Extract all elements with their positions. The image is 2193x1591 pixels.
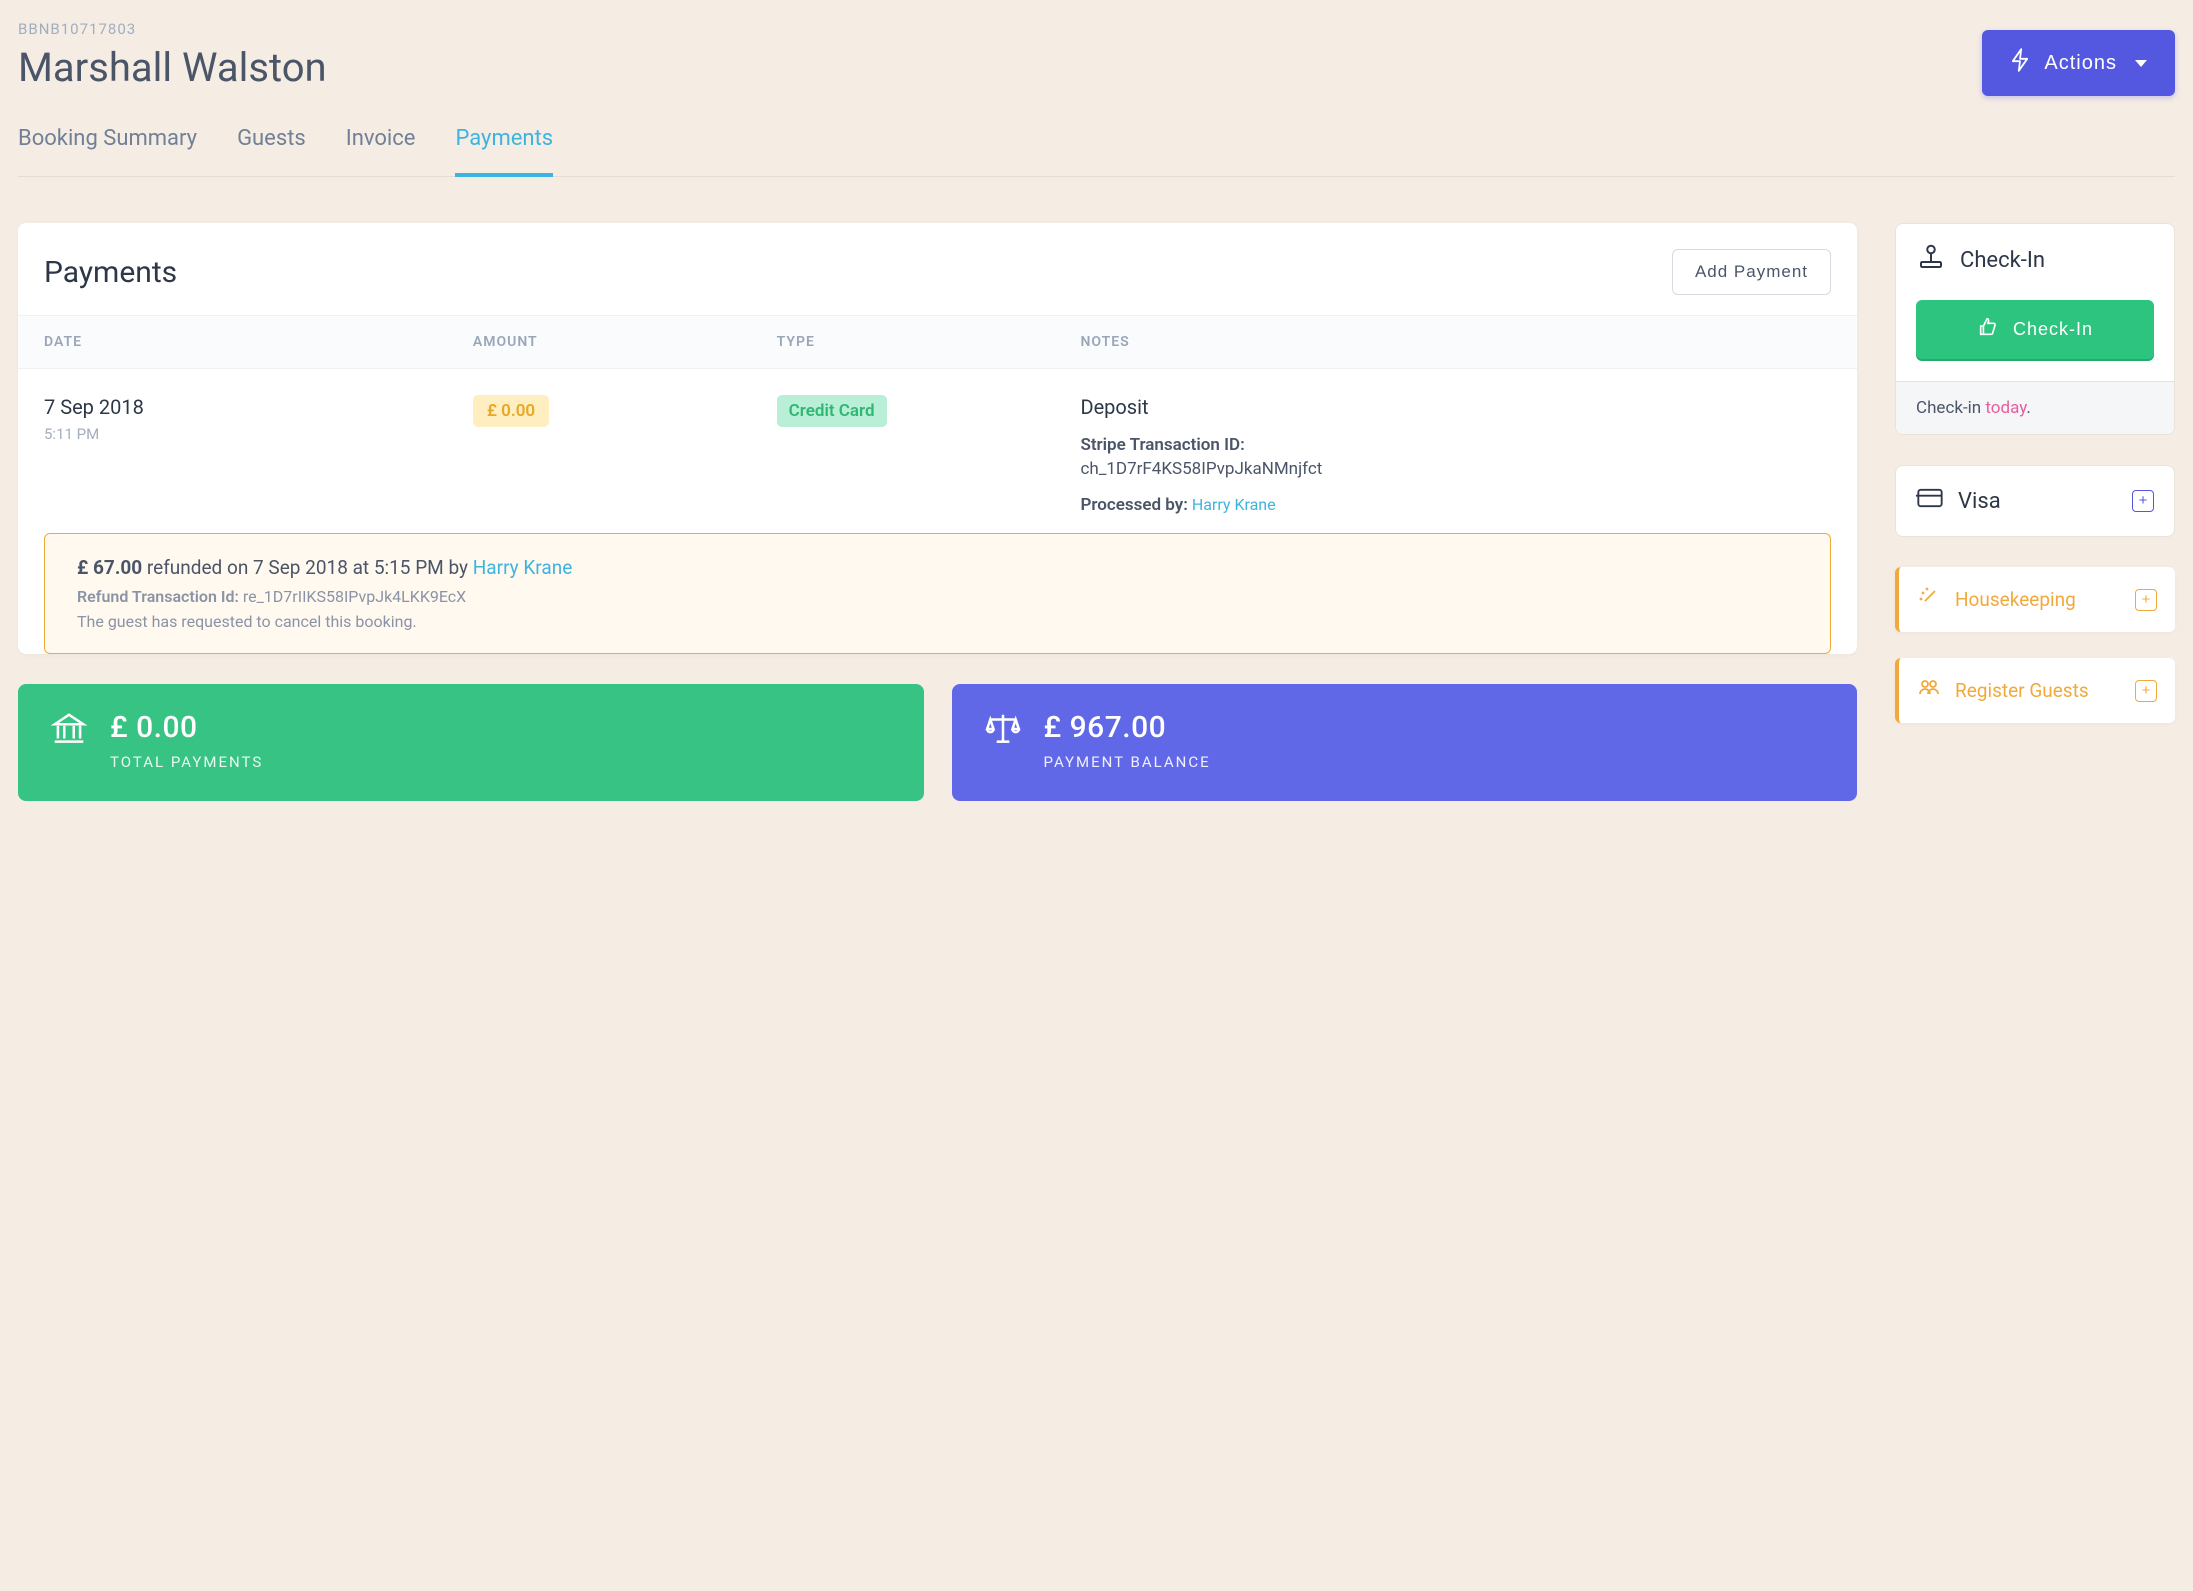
- stripe-id-label: Stripe Transaction ID:: [1080, 435, 1831, 455]
- checkin-message: Check-in today.: [1896, 381, 2174, 434]
- page-header: BBNB10717803 Marshall Walston Actions: [18, 20, 2175, 96]
- caret-down-icon: [2135, 60, 2147, 67]
- total-payments-label: TOTAL PAYMENTS: [110, 753, 263, 771]
- credit-card-icon: [1916, 484, 1944, 518]
- checkin-today: today: [1985, 398, 2026, 418]
- tab-payments[interactable]: Payments: [455, 126, 553, 177]
- refund-amount: £ 67.00: [77, 556, 142, 579]
- payment-balance-card: £ 967.00 PAYMENT BALANCE: [952, 684, 1858, 801]
- payment-type: Credit Card: [777, 395, 887, 427]
- checkin-title: Check-In: [1960, 248, 2045, 273]
- thumbs-up-icon: [1977, 316, 1999, 343]
- guests-icon: [1917, 676, 1941, 705]
- register-guests-add-button[interactable]: +: [2135, 680, 2157, 702]
- checkin-button[interactable]: Check-In: [1916, 300, 2154, 359]
- checkin-button-label: Check-In: [2013, 319, 2093, 340]
- tabs: Booking Summary Guests Invoice Payments: [18, 126, 2175, 177]
- checkin-card: Check-In Check-In Check-in today.: [1895, 223, 2175, 435]
- refund-text: refunded on 7 Sep 2018 at 5:15 PM by: [142, 556, 473, 579]
- housekeeping-card[interactable]: Housekeeping +: [1895, 567, 2175, 632]
- housekeeping-add-button[interactable]: +: [2135, 589, 2157, 611]
- payments-table-header: DATE AMOUNT TYPE NOTES: [18, 315, 1857, 369]
- scales-icon: [984, 710, 1022, 752]
- payment-date: 7 Sep 2018: [44, 395, 473, 419]
- payment-time: 5:11 PM: [44, 425, 473, 443]
- housekeeping-label: Housekeeping: [1955, 588, 2076, 611]
- total-payments-amount: £ 0.00: [110, 710, 263, 745]
- stripe-id-value: ch_1D7rF4KS58IPvpJkaNMnjfct: [1080, 459, 1831, 479]
- lightning-icon: [2010, 48, 2030, 78]
- register-guests-card[interactable]: Register Guests +: [1895, 658, 2175, 723]
- col-date: DATE: [44, 334, 473, 350]
- payment-amount: £ 0.00: [473, 395, 549, 427]
- tab-invoice[interactable]: Invoice: [346, 126, 416, 177]
- bank-icon: [50, 710, 88, 752]
- col-amount: AMOUNT: [473, 334, 777, 350]
- visa-add-button[interactable]: +: [2132, 490, 2154, 512]
- joystick-icon: [1916, 242, 1946, 278]
- balance-label: PAYMENT BALANCE: [1044, 753, 1211, 771]
- col-notes: NOTES: [1080, 334, 1831, 350]
- payment-note-title: Deposit: [1080, 395, 1831, 419]
- refund-id-label: Refund Transaction Id:: [77, 587, 239, 606]
- actions-label: Actions: [2044, 52, 2117, 75]
- payments-title: Payments: [44, 255, 177, 290]
- tab-booking-summary[interactable]: Booking Summary: [18, 126, 197, 177]
- refund-by-link[interactable]: Harry Krane: [473, 556, 573, 579]
- processed-by-link[interactable]: Harry Krane: [1192, 495, 1276, 514]
- actions-button[interactable]: Actions: [1982, 30, 2175, 96]
- visa-card: Visa +: [1895, 465, 2175, 537]
- guest-name: Marshall Walston: [18, 44, 327, 91]
- payments-card: Payments Add Payment DATE AMOUNT TYPE NO…: [18, 223, 1857, 654]
- total-payments-card: £ 0.00 TOTAL PAYMENTS: [18, 684, 924, 801]
- refund-reason: The guest has requested to cancel this b…: [77, 612, 1798, 631]
- payment-row: 7 Sep 2018 5:11 PM £ 0.00 Credit Card De…: [18, 369, 1857, 515]
- refund-notice: £ 67.00 refunded on 7 Sep 2018 at 5:15 P…: [44, 533, 1831, 654]
- visa-label: Visa: [1958, 489, 2001, 514]
- magic-wand-icon: [1917, 585, 1941, 614]
- add-payment-button[interactable]: Add Payment: [1672, 249, 1831, 295]
- register-guests-label: Register Guests: [1955, 679, 2089, 702]
- col-type: TYPE: [777, 334, 1081, 350]
- booking-id: BBNB10717803: [18, 20, 327, 38]
- processed-by-label: Processed by:: [1080, 495, 1187, 515]
- balance-amount: £ 967.00: [1044, 710, 1211, 745]
- refund-id-value: re_1D7rIIKS58IPvpJk4LKK9EcX: [243, 587, 466, 606]
- tab-guests[interactable]: Guests: [237, 126, 306, 177]
